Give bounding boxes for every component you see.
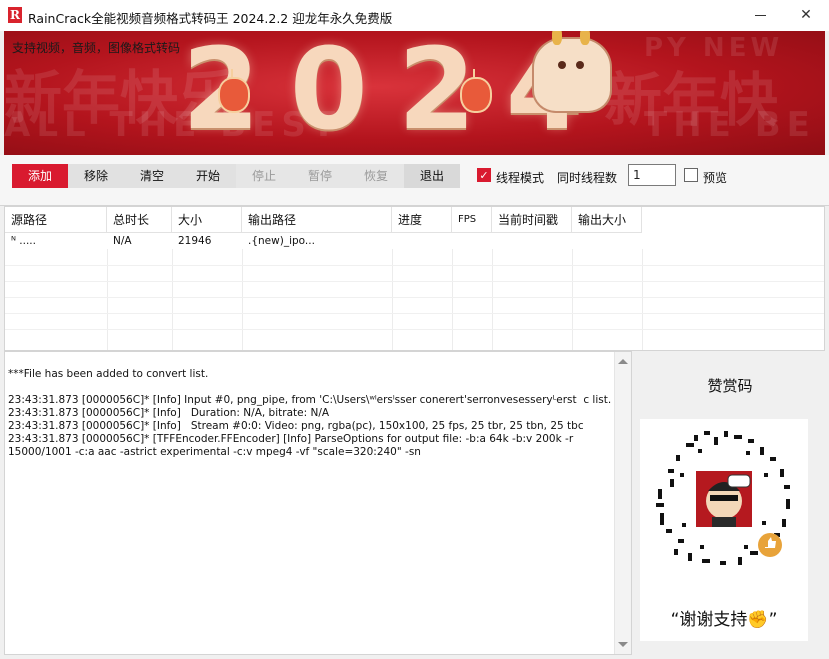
log-scrollbar[interactable]	[614, 352, 631, 654]
column-header-timestamp[interactable]: 当前时间戳	[492, 207, 572, 233]
cell-progress	[392, 233, 452, 249]
cell-duration: N/A	[113, 235, 132, 247]
stop-button[interactable]: 停止	[236, 164, 292, 188]
cell-source-path: ᴺ .....	[11, 235, 36, 247]
minimize-button[interactable]	[737, 0, 783, 31]
new-year-banner: 新年快乐 ALL THE BEST 新年快 THE BE PY NEW 支持视频…	[4, 31, 825, 155]
dragon-mascot-icon	[532, 31, 612, 113]
cell-size: 21946	[178, 235, 212, 247]
column-header-output-path[interactable]: 输出路径	[242, 207, 392, 233]
log-text: ***File has been added to convert list. …	[8, 368, 612, 458]
column-header-size[interactable]: 大小	[172, 207, 242, 233]
pause-button[interactable]: 暂停	[292, 164, 348, 188]
row-divider	[5, 313, 824, 314]
column-header-fps[interactable]: FPS	[452, 207, 492, 233]
clear-button[interactable]: 清空	[124, 164, 180, 188]
column-header-duration[interactable]: 总时长	[107, 207, 172, 233]
donation-panel: 赞赏码 “谢谢支持✊”	[635, 351, 825, 655]
preview-label: 预览	[703, 171, 728, 185]
thread-mode-checkbox[interactable]: ✓	[477, 168, 491, 182]
column-header-source-path[interactable]: 源路径	[5, 207, 107, 233]
cell-output-path: .{new)_ipo...	[248, 235, 315, 247]
donation-title: 赞赏码	[707, 377, 753, 395]
cell-output-size	[572, 233, 642, 249]
scroll-down-icon[interactable]	[618, 642, 628, 647]
window-title: RainCrack全能视频音频格式转码王 2024.2.2 迎龙年永久免费版	[28, 11, 393, 26]
close-button[interactable]: ✕	[783, 0, 829, 31]
row-divider	[5, 265, 824, 266]
exit-button[interactable]: 退出	[404, 164, 460, 188]
preview-checkbox[interactable]	[684, 168, 698, 182]
scroll-up-icon[interactable]	[618, 359, 628, 364]
lantern-icon	[460, 69, 492, 113]
close-icon: ✕	[800, 7, 812, 23]
row-divider	[5, 281, 824, 282]
lantern-icon	[218, 69, 250, 113]
concurrent-threads-label: 同时线程数	[557, 171, 618, 185]
thread-mode-label: 线程模式	[496, 171, 545, 185]
thanks-text: “谢谢支持✊”	[670, 610, 778, 630]
start-button[interactable]: 开始	[180, 164, 236, 188]
remove-button[interactable]: 移除	[68, 164, 124, 188]
row-divider	[5, 297, 824, 298]
banner-decor-text: THE BE	[644, 105, 816, 145]
minimize-icon	[754, 15, 766, 16]
title-bar: R RainCrack全能视频音频格式转码王 2024.2.2 迎龙年永久免费版…	[0, 0, 829, 31]
resume-button[interactable]: 恢复	[348, 164, 404, 188]
row-divider	[5, 329, 824, 330]
banner-caption: 支持视频，音频，图像格式转码	[12, 41, 181, 55]
add-button[interactable]: 添加	[12, 164, 68, 188]
app-logo-icon: R	[8, 7, 22, 23]
qr-card: “谢谢支持✊”	[640, 419, 808, 641]
cell-fps	[452, 233, 492, 249]
toolbar: 添加 移除 清空 开始 停止 暂停 恢复 退出 ✓ 线程模式 同时线程数 1 预…	[0, 155, 829, 206]
file-table[interactable]: 源路径 总时长 大小 输出路径 进度 FPS 当前时间戳 输出大小 ᴺ ....…	[4, 206, 825, 351]
column-header-output-size[interactable]: 输出大小	[572, 207, 642, 233]
concurrent-threads-input[interactable]: 1	[628, 164, 676, 186]
cell-timestamp	[492, 233, 572, 249]
log-panel[interactable]: ***File has been added to convert list. …	[4, 351, 632, 655]
column-header-progress[interactable]: 进度	[392, 207, 452, 233]
banner-decor-text: PY NEW	[644, 33, 784, 63]
wechat-reward-qr-icon	[656, 431, 790, 565]
